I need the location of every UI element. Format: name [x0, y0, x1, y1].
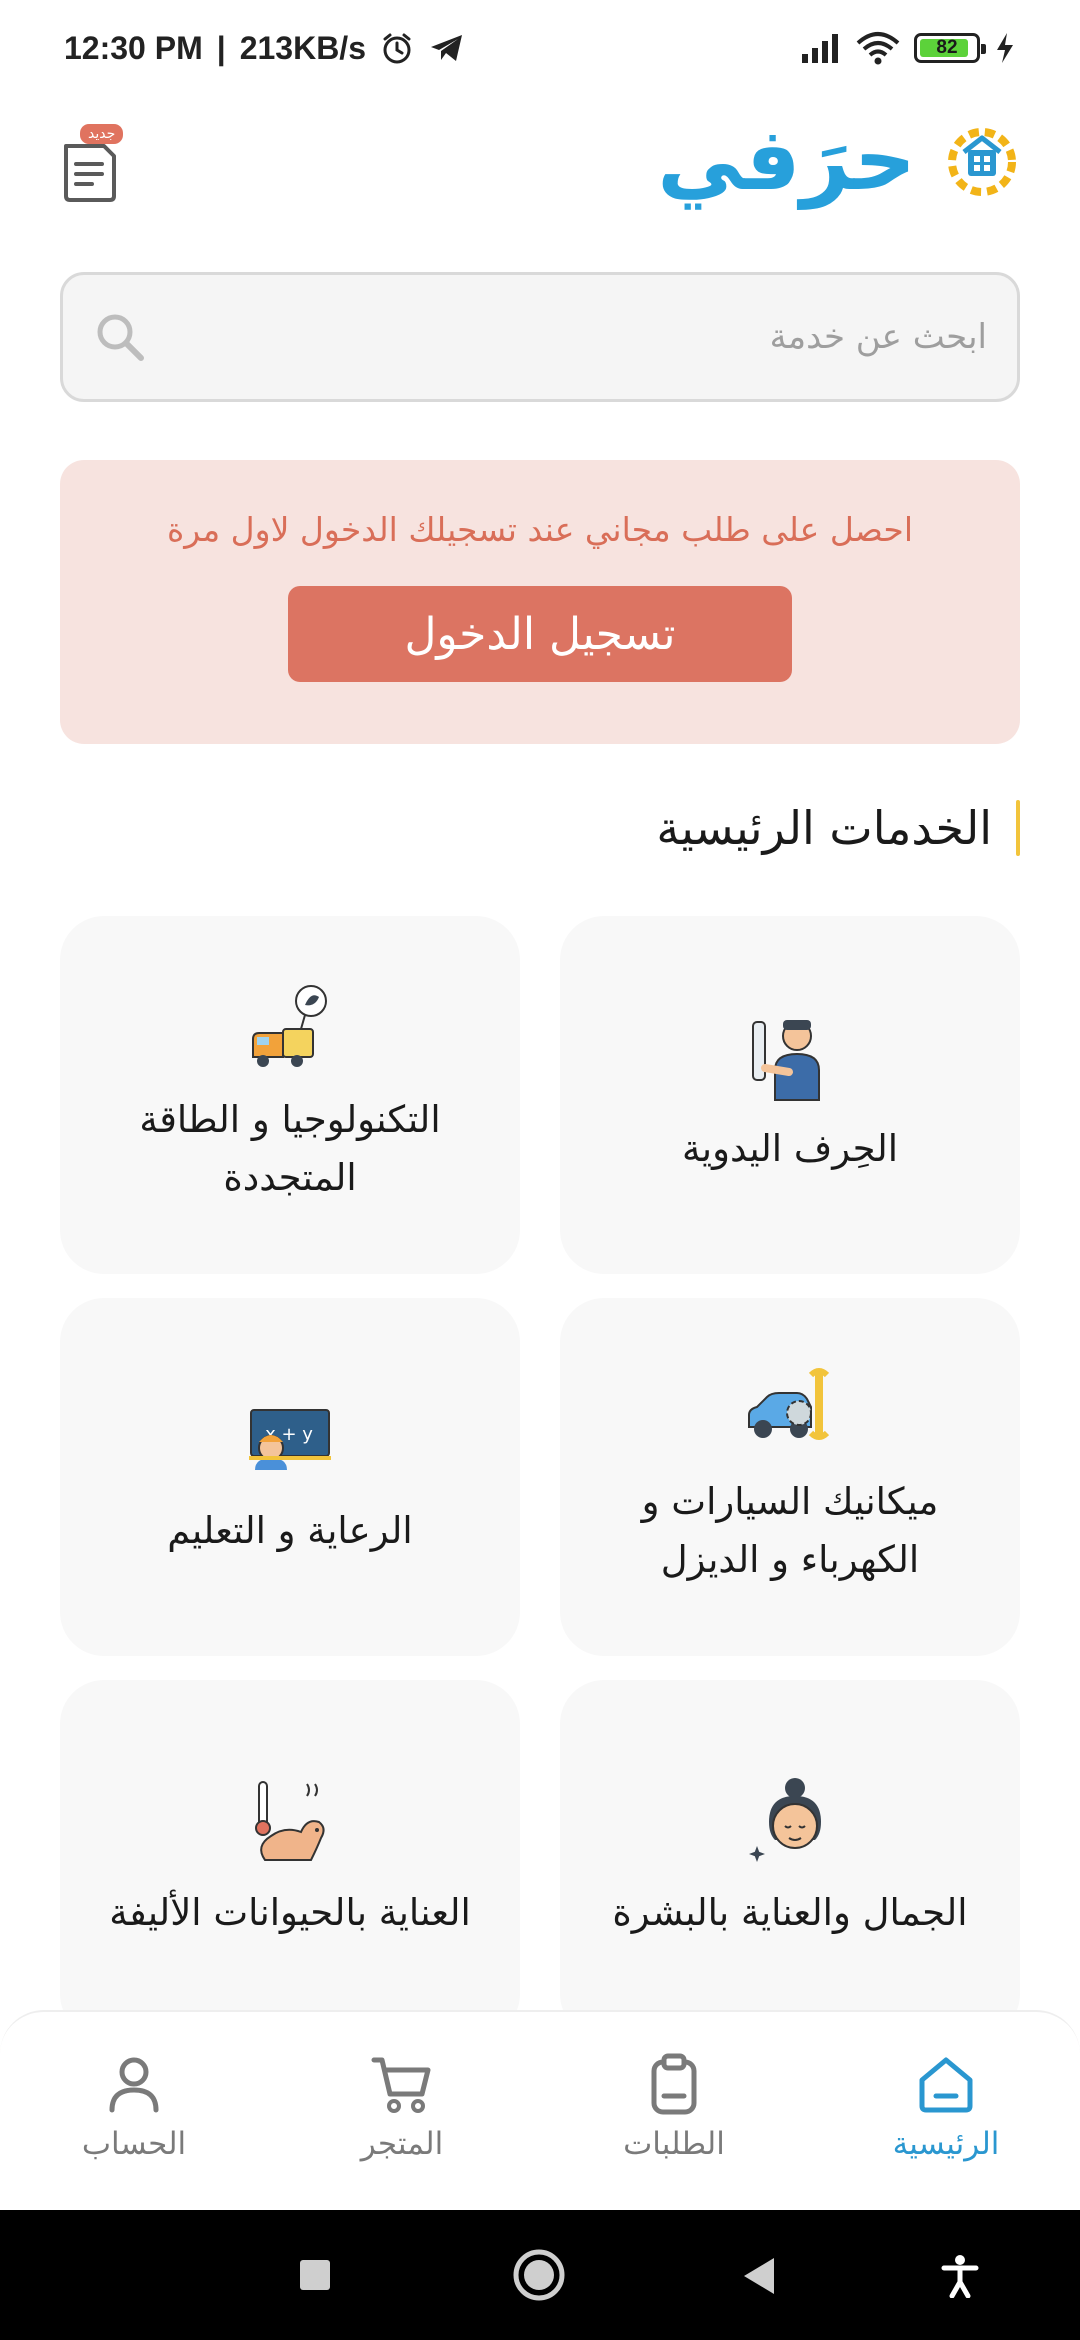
service-label: الرعاية و التعليم: [167, 1509, 413, 1552]
nav-item-account[interactable]: الحساب: [24, 2052, 244, 2192]
status-right: 82: [800, 31, 1016, 65]
service-card-beauty[interactable]: الجمال والعناية بالبشرة: [560, 1680, 1020, 2038]
status-time: 12:30 PM: [64, 29, 203, 66]
signal-icon: [802, 34, 838, 63]
home-screen: 12:30 PM | 213KB/s 82 جديد حرَفي ابحث عن…: [0, 0, 1080, 2340]
home-icon: [919, 2057, 973, 2113]
alarm-icon: [383, 33, 411, 64]
section-title: الخدمات الرئيسية: [656, 801, 992, 855]
promo-text: احصل على طلب مجاني عند تسجيلك الدخول لاو…: [167, 510, 913, 549]
battery-indicator: 82: [914, 33, 986, 63]
app-logo-icon: [948, 128, 1016, 196]
notes-button[interactable]: جديد: [60, 124, 130, 204]
cart-icon: [371, 2057, 431, 2113]
search-bar[interactable]: [60, 272, 1020, 402]
service-label: الحِرف اليدوية: [681, 1127, 899, 1170]
nav-item-store[interactable]: المتجر: [292, 2052, 512, 2192]
service-label: ميكانيك السيارات و الكهرباء و الديزل: [641, 1480, 939, 1581]
home-button-icon[interactable]: [512, 2248, 566, 2302]
wifi-icon: [856, 32, 900, 65]
teacher-board-icon: x + y: [249, 1409, 331, 1470]
nav-label-account: الحساب: [81, 2126, 187, 2162]
status-left: 12:30 PM | 213KB/s: [64, 30, 466, 67]
bottom-navigation: الرئيسية الطلبات المتجر الحساب: [0, 2010, 1080, 2210]
service-card-car-mechanic[interactable]: ميكانيك السيارات و الكهرباء و الديزل: [560, 1298, 1020, 1656]
status-bar: 12:30 PM | 213KB/s 82: [0, 0, 1080, 96]
nav-label-orders: الطلبات: [623, 2126, 725, 2162]
section-header: الخدمات الرئيسية: [656, 800, 1020, 856]
notes-icon: [64, 144, 116, 202]
telegram-icon: [430, 35, 462, 61]
new-badge: جديد: [80, 124, 124, 144]
service-label: التكنولوجيا و الطاقة المتجددة: [139, 1098, 441, 1199]
craftsman-icon: [752, 1020, 820, 1101]
promo-banner: احصل على طلب مجاني عند تسجيلك الدخول لاو…: [60, 460, 1020, 744]
service-card-tech-energy[interactable]: التكنولوجيا و الطاقة المتجددة: [60, 916, 520, 1274]
user-icon: [109, 2057, 159, 2113]
section-accent-bar: [1016, 800, 1020, 856]
battery-level: 82: [936, 37, 958, 58]
app-logo: حرَفي: [657, 110, 1020, 210]
service-card-care-education[interactable]: x + y الرعاية و التعليم: [60, 1298, 520, 1656]
accessibility-icon[interactable]: [940, 2254, 980, 2298]
nav-item-orders[interactable]: الطلبات: [564, 2052, 784, 2192]
search-icon[interactable]: [93, 310, 147, 364]
tech-energy-icon: [252, 985, 327, 1067]
status-separator: |: [216, 29, 226, 66]
service-card-crafts[interactable]: الحِرف اليدوية: [560, 916, 1020, 1274]
login-button[interactable]: تسجيل الدخول: [288, 586, 792, 682]
service-card-pet-care[interactable]: العناية بالحيوانات الأليفة: [60, 1680, 520, 2038]
logo-text: حرَفي: [657, 110, 918, 210]
nav-label-store: المتجر: [360, 2126, 444, 2162]
search-input[interactable]: [207, 317, 987, 357]
service-label: الجمال والعناية بالبشرة: [612, 1891, 968, 1934]
pet-care-icon: [255, 1781, 325, 1861]
back-icon[interactable]: [742, 2256, 778, 2296]
car-mechanic-icon: [748, 1368, 830, 1440]
nav-label-home: الرئيسية: [892, 2126, 1000, 2162]
beauty-face-icon: [749, 1778, 821, 1862]
nav-item-home[interactable]: الرئيسية: [836, 2052, 1056, 2192]
recents-icon[interactable]: [298, 2258, 332, 2292]
app-header: جديد حرَفي: [0, 110, 1080, 240]
clipboard-icon: [651, 2053, 697, 2115]
system-navigation-bar: [0, 2210, 1080, 2340]
service-label: العناية بالحيوانات الأليفة: [109, 1891, 471, 1934]
status-speed: 213KB/s: [239, 29, 366, 66]
charging-icon: [997, 33, 1013, 63]
